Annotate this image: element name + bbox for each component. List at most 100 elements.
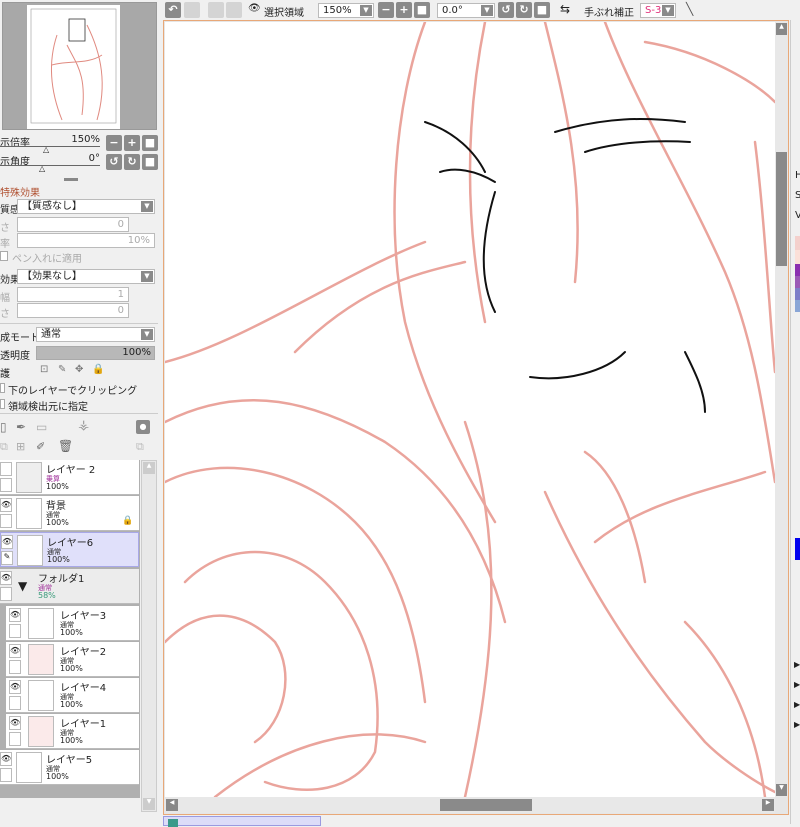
eye-icon[interactable]: 👁 xyxy=(1,535,13,549)
panel-splitter[interactable] xyxy=(64,178,78,181)
straight-line-icon[interactable]: ╲ xyxy=(686,2,693,16)
scale-field[interactable]: 0 xyxy=(17,217,129,232)
eye-icon[interactable]: 👁 xyxy=(9,680,21,694)
layer-lock-toggle[interactable] xyxy=(9,624,21,638)
swatch[interactable] xyxy=(795,300,800,312)
protect-transparency-icon[interactable]: ⊡ xyxy=(40,364,48,375)
width-field[interactable]: 1 xyxy=(17,287,129,302)
new-pen-layer-icon[interactable]: ✒ xyxy=(16,420,26,434)
texture-dropdown[interactable]: 【質感なし】 ▼ xyxy=(17,199,155,214)
angle-slider[interactable]: △ xyxy=(0,164,100,173)
layer-lock-toggle[interactable] xyxy=(9,732,21,746)
undo-button[interactable]: ↶ xyxy=(165,2,181,18)
invert-selection-button[interactable] xyxy=(226,2,242,18)
layer-item[interactable]: 👁 背景 通常 100% 🔒 xyxy=(0,496,139,531)
protect-move-icon[interactable]: ✥ xyxy=(75,364,83,375)
swatch[interactable] xyxy=(795,236,800,250)
rotate-right-button[interactable]: ↻ xyxy=(124,154,140,170)
zoom-in-button[interactable]: + xyxy=(396,2,412,18)
new-layer-icon[interactable]: ▯ xyxy=(0,420,7,434)
clear-layer-icon[interactable]: ✐ xyxy=(36,440,45,453)
document-tab[interactable] xyxy=(163,816,321,827)
flip-horizontal-icon[interactable]: ⇆ xyxy=(560,2,570,16)
rotate-reset-button[interactable]: ■ xyxy=(534,2,550,18)
expand-arrow-icon[interactable]: ▶ xyxy=(794,720,800,729)
merge-down-icon[interactable]: ⊞ xyxy=(16,440,25,453)
navigator-preview[interactable] xyxy=(2,2,157,130)
zoom-dropdown[interactable]: 150% ▼ xyxy=(318,3,374,18)
new-folder-icon[interactable]: ▭ xyxy=(36,420,47,434)
transfer-down-icon[interactable]: ⧉ xyxy=(0,440,8,454)
folder-expand-icon[interactable]: ▼ xyxy=(18,579,27,593)
angle-dropdown[interactable]: 0.0° ▼ xyxy=(437,3,495,18)
layer-item[interactable]: 👁 レイヤー1 通常 100% xyxy=(6,714,139,749)
expand-arrow-icon[interactable]: ▶ xyxy=(794,680,800,689)
layer-lock-toggle[interactable] xyxy=(9,660,21,674)
horizontal-scroll-thumb[interactable] xyxy=(440,799,532,811)
horizontal-scrollbar[interactable]: ◀ ▶ xyxy=(165,797,775,813)
zoom-reset-button[interactable]: ■ xyxy=(414,2,430,18)
effect-dropdown[interactable]: 【効果なし】 ▼ xyxy=(17,269,155,284)
eye-icon[interactable]: 👁 xyxy=(9,608,21,622)
vertical-scroll-thumb[interactable] xyxy=(776,152,787,266)
trash-icon[interactable]: 🗑 xyxy=(58,439,73,453)
rotate-reset-button[interactable]: ■ xyxy=(142,154,158,170)
zoom-out-button[interactable]: − xyxy=(378,2,394,18)
layer-item[interactable]: 👁 レイヤー4 通常 100% xyxy=(6,678,139,713)
apply-pen-checkbox[interactable] xyxy=(0,251,8,261)
lock-icon[interactable]: 🔒 xyxy=(92,364,104,375)
layer-lock-toggle[interactable] xyxy=(0,478,12,492)
vertical-scrollbar[interactable]: ▲ ▼ xyxy=(775,22,788,797)
intensity-field[interactable]: 0 xyxy=(17,303,129,318)
layer-lock-toggle[interactable] xyxy=(0,514,12,528)
protect-pen-icon[interactable]: ✎ xyxy=(58,364,66,375)
select-source-checkbox[interactable] xyxy=(0,399,5,409)
layer-options-icon[interactable]: ⚶ xyxy=(78,418,89,433)
swatch[interactable] xyxy=(795,250,800,264)
drawing-canvas[interactable] xyxy=(165,22,775,797)
eye-icon[interactable]: 👁 xyxy=(248,3,261,14)
eye-icon[interactable]: 👁 xyxy=(0,498,12,512)
visibility-toggle[interactable] xyxy=(0,462,12,476)
redo-button[interactable] xyxy=(184,2,200,18)
eye-icon[interactable]: 👁 xyxy=(0,571,12,585)
layer-opacity: 100% xyxy=(47,555,70,564)
stabilizer-dropdown[interactable]: S-3 ▼ xyxy=(640,3,676,18)
layer-lock-toggle[interactable] xyxy=(0,768,12,782)
rotate-left-button[interactable]: ↺ xyxy=(106,154,122,170)
swatch[interactable] xyxy=(795,276,800,288)
merge-visible-icon[interactable]: ⧉ xyxy=(136,440,144,454)
layer-item[interactable]: 👁 レイヤー2 通常 100% xyxy=(6,642,139,677)
rotate-left-button[interactable]: ↺ xyxy=(498,2,514,18)
primary-color[interactable] xyxy=(795,538,800,560)
layer-item[interactable]: レイヤー 2 乗算 100% xyxy=(0,460,139,495)
layer-item[interactable]: 👁 レイヤー3 通常 100% xyxy=(6,606,139,641)
layer-mask-button[interactable]: ● xyxy=(136,420,150,434)
layer-list-scrollbar[interactable]: ▲ ▼ xyxy=(141,460,157,812)
folder-item[interactable]: 👁 ▼ フォルダ1 通常 58% xyxy=(0,569,139,604)
swatch[interactable] xyxy=(795,264,800,276)
rotate-right-button[interactable]: ↻ xyxy=(516,2,532,18)
eye-icon[interactable]: 👁 xyxy=(9,716,21,730)
zoom-in-button[interactable]: + xyxy=(124,135,140,151)
clip-checkbox[interactable] xyxy=(0,383,5,393)
layer-item[interactable]: 👁 レイヤー5 通常 100% xyxy=(0,750,139,785)
eye-icon[interactable]: 👁 xyxy=(9,644,21,658)
swatch[interactable] xyxy=(795,288,800,300)
expand-arrow-icon[interactable]: ▶ xyxy=(794,700,800,709)
zoom-reset-button[interactable]: ■ xyxy=(142,135,158,151)
deselect-button[interactable] xyxy=(208,2,224,18)
opacity-slider[interactable]: 100% xyxy=(36,346,155,360)
zoom-out-button[interactable]: − xyxy=(106,135,122,151)
chevron-down-icon: ▼ xyxy=(141,271,153,282)
layer-item-selected[interactable]: 👁 ✎ レイヤー6 通常 100% xyxy=(0,532,139,567)
layer-lock-toggle[interactable] xyxy=(9,696,21,710)
hue-label: H xyxy=(795,170,800,181)
strength-field[interactable]: 10% xyxy=(17,233,155,248)
blend-mode-dropdown[interactable]: 通常 ▼ xyxy=(36,327,155,342)
zoom-slider[interactable]: △ xyxy=(0,145,100,154)
pen-icon[interactable]: ✎ xyxy=(1,551,13,565)
expand-arrow-icon[interactable]: ▶ xyxy=(794,660,800,669)
eye-icon[interactable]: 👁 xyxy=(0,752,12,766)
layer-lock-toggle[interactable] xyxy=(0,587,12,601)
